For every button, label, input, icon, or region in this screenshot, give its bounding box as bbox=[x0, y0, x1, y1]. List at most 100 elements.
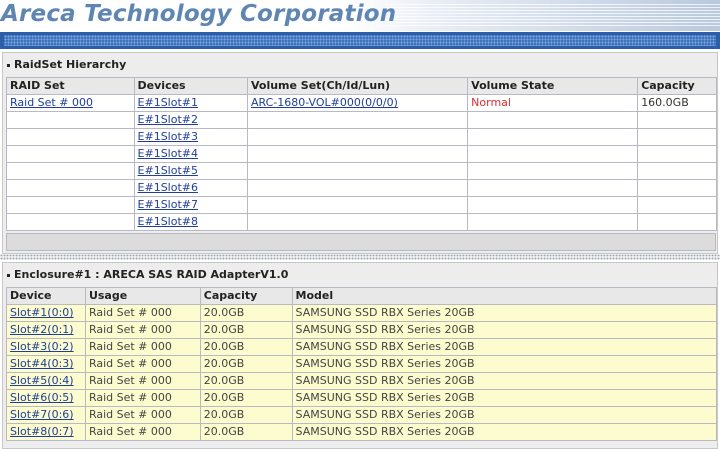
enclosure-panel: Enclosure#1 : ARECA SAS RAID AdapterV1.0… bbox=[2, 262, 718, 449]
model-cell: SAMSUNG SSD RBX Series 20GB bbox=[291, 423, 718, 441]
col-capacity: Capacity bbox=[199, 287, 293, 305]
slot-link[interactable]: Slot#8(0:7) bbox=[10, 425, 74, 438]
device-cell: E#1Slot#7 bbox=[133, 196, 248, 214]
model-cell: SAMSUNG SSD RBX Series 20GB bbox=[291, 338, 718, 356]
raid-set-cell bbox=[6, 128, 135, 146]
col-volume-set: Volume Set(Ch/Id/Lun) bbox=[246, 77, 469, 95]
model-cell: SAMSUNG SSD RBX Series 20GB bbox=[291, 372, 718, 390]
raidset-row: E#1Slot#8 bbox=[6, 213, 717, 231]
bullet-icon bbox=[7, 63, 10, 67]
bullet-icon bbox=[7, 273, 10, 277]
col-usage: Usage bbox=[84, 287, 201, 305]
device-cell: Slot#6(0:5) bbox=[6, 389, 86, 407]
enclosure-row: Slot#5(0:4) Raid Set # 000 20.0GB SAMSUNG S… bbox=[6, 372, 718, 390]
raid-set-cell bbox=[6, 162, 135, 180]
frame-splitter[interactable] bbox=[0, 254, 720, 260]
usage-cell: Raid Set # 000 bbox=[84, 406, 201, 424]
device-cell: E#1Slot#8 bbox=[133, 213, 248, 231]
capacity-cell: 20.0GB bbox=[199, 389, 293, 407]
slot-link[interactable]: Slot#3(0:2) bbox=[10, 340, 74, 353]
capacity-cell bbox=[637, 111, 717, 129]
usage-cell: Raid Set # 000 bbox=[84, 304, 201, 322]
raidset-hierarchy-panel: RaidSet Hierarchy RAID Set Devices Volum… bbox=[2, 52, 718, 254]
device-cell: Slot#2(0:1) bbox=[6, 321, 86, 339]
device-cell: E#1Slot#4 bbox=[133, 145, 248, 163]
device-cell: Slot#7(0:6) bbox=[6, 406, 86, 424]
volume-set-cell bbox=[246, 196, 469, 214]
volume-state-cell bbox=[467, 196, 639, 214]
usage-cell: Raid Set # 000 bbox=[84, 423, 201, 441]
device-link[interactable]: E#1Slot#4 bbox=[138, 147, 198, 160]
col-devices: Devices bbox=[133, 77, 248, 95]
volume-set-cell bbox=[246, 162, 469, 180]
raidset-footer-bar bbox=[6, 233, 716, 251]
volume-set-cell bbox=[246, 179, 469, 197]
raid-set-cell bbox=[6, 213, 135, 231]
enclosure-section-title: Enclosure#1 : ARECA SAS RAID AdapterV1.0 bbox=[7, 268, 288, 281]
usage-cell: Raid Set # 000 bbox=[84, 372, 201, 390]
volume-state-cell bbox=[467, 213, 639, 231]
raidset-section-title: RaidSet Hierarchy bbox=[7, 58, 126, 71]
col-raid-set: RAID Set bbox=[6, 77, 135, 95]
device-cell: E#1Slot#2 bbox=[133, 111, 248, 129]
raid-set-link[interactable]: Raid Set # 000 bbox=[10, 96, 93, 109]
raid-set-cell: Raid Set # 000 bbox=[6, 94, 135, 112]
model-cell: SAMSUNG SSD RBX Series 20GB bbox=[291, 304, 718, 322]
raid-set-cell bbox=[6, 145, 135, 163]
top-nav-bar bbox=[0, 32, 720, 49]
slot-link[interactable]: Slot#6(0:5) bbox=[10, 391, 74, 404]
volume-state-cell: Normal bbox=[467, 94, 639, 112]
device-link[interactable]: E#1Slot#8 bbox=[138, 215, 198, 228]
capacity-text: 160.0GB bbox=[641, 96, 689, 109]
device-link[interactable]: E#1Slot#6 bbox=[138, 181, 198, 194]
enclosure-row: Slot#2(0:1) Raid Set # 000 20.0GB SAMSUNG S… bbox=[6, 321, 718, 339]
device-cell: Slot#4(0:3) bbox=[6, 355, 86, 373]
capacity-cell bbox=[637, 196, 717, 214]
slot-link[interactable]: Slot#2(0:1) bbox=[10, 323, 74, 336]
volume-state-text: Normal bbox=[471, 96, 511, 109]
device-link[interactable]: E#1Slot#2 bbox=[138, 113, 198, 126]
capacity-cell: 20.0GB bbox=[199, 355, 293, 373]
company-title: Areca Technology Corporation bbox=[1, 1, 397, 27]
volume-set-link[interactable]: ARC-1680-VOL#000(0/0/0) bbox=[251, 96, 398, 109]
enclosure-row: Slot#7(0:6) Raid Set # 000 20.0GB SAMSUNG S… bbox=[6, 406, 718, 424]
slot-link[interactable]: Slot#7(0:6) bbox=[10, 408, 74, 421]
slot-link[interactable]: Slot#1(0:0) bbox=[10, 306, 74, 319]
usage-cell: Raid Set # 000 bbox=[84, 355, 201, 373]
volume-set-cell bbox=[246, 145, 469, 163]
col-volume-state: Volume State bbox=[467, 77, 639, 95]
model-cell: SAMSUNG SSD RBX Series 20GB bbox=[291, 406, 718, 424]
enclosure-row: Slot#6(0:5) Raid Set # 000 20.0GB SAMSUNG S… bbox=[6, 389, 718, 407]
device-link[interactable]: E#1Slot#3 bbox=[138, 130, 198, 143]
capacity-cell: 20.0GB bbox=[199, 406, 293, 424]
device-link[interactable]: E#1Slot#7 bbox=[138, 198, 198, 211]
usage-cell: Raid Set # 000 bbox=[84, 338, 201, 356]
top-nav-bar-pattern bbox=[4, 35, 716, 46]
raidset-row: E#1Slot#5 bbox=[6, 162, 717, 180]
device-link[interactable]: E#1Slot#5 bbox=[138, 164, 198, 177]
device-cell: E#1Slot#3 bbox=[133, 128, 248, 146]
volume-state-cell bbox=[467, 145, 639, 163]
device-cell: Slot#5(0:4) bbox=[6, 372, 86, 390]
capacity-cell bbox=[637, 128, 717, 146]
raidset-row: E#1Slot#2 bbox=[6, 111, 717, 129]
capacity-cell bbox=[637, 179, 717, 197]
capacity-cell bbox=[637, 213, 717, 231]
device-link[interactable]: E#1Slot#1 bbox=[138, 96, 198, 109]
raid-set-cell bbox=[6, 196, 135, 214]
col-model: Model bbox=[291, 287, 718, 305]
raidset-row: E#1Slot#6 bbox=[6, 179, 717, 197]
enclosure-table: Device Usage Capacity Model Slot#1(0:0) R… bbox=[6, 287, 718, 441]
enclosure-row: Slot#8(0:7) Raid Set # 000 20.0GB SAMSUNG S… bbox=[6, 423, 718, 441]
capacity-cell: 20.0GB bbox=[199, 372, 293, 390]
slot-link[interactable]: Slot#5(0:4) bbox=[10, 374, 74, 387]
model-cell: SAMSUNG SSD RBX Series 20GB bbox=[291, 389, 718, 407]
capacity-cell: 20.0GB bbox=[199, 321, 293, 339]
raidset-row: E#1Slot#7 bbox=[6, 196, 717, 214]
usage-cell: Raid Set # 000 bbox=[84, 389, 201, 407]
capacity-cell: 160.0GB bbox=[637, 94, 717, 112]
slot-link[interactable]: Slot#4(0:3) bbox=[10, 357, 74, 370]
volume-state-cell bbox=[467, 179, 639, 197]
volume-state-cell bbox=[467, 162, 639, 180]
capacity-cell: 20.0GB bbox=[199, 338, 293, 356]
